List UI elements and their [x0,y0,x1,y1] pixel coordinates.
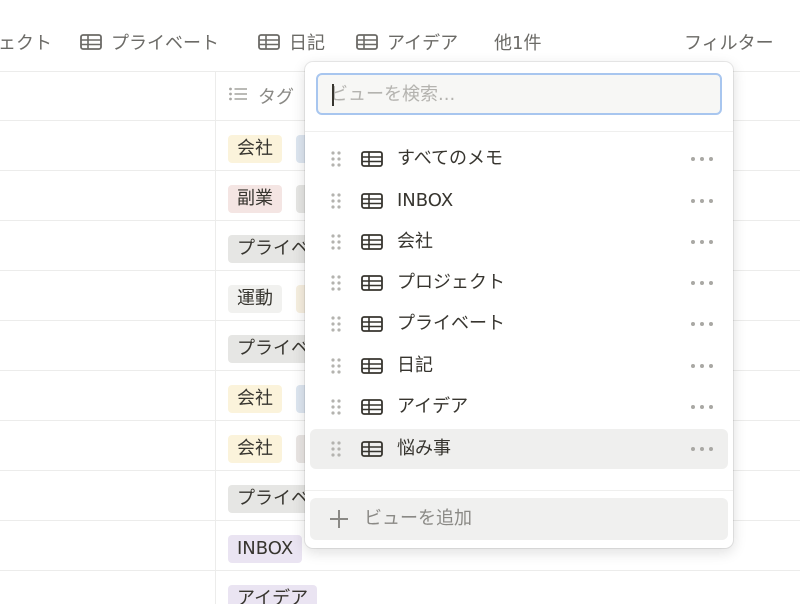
more-options-icon[interactable] [690,441,714,457]
table-icon [361,193,383,209]
divider [305,490,733,491]
table-icon [258,34,280,50]
divider [305,131,733,132]
more-options-icon[interactable] [690,358,714,374]
view-item-label: 会社 [397,231,433,252]
more-views-label: 他1件 [494,33,542,54]
more-options-icon[interactable] [690,234,714,250]
plus-icon [328,508,350,530]
drag-handle-icon[interactable] [330,274,342,292]
view-item[interactable]: 会社 [310,222,728,262]
table-row[interactable]: アイデア [0,570,800,604]
tag-pill: 会社 [228,385,282,413]
filter-button[interactable]: フィルター [684,28,774,56]
view-item-label: プロジェクト [397,272,505,293]
view-item-label: アイデア [397,396,469,417]
tag-pill: 会社 [228,435,282,463]
table-icon [361,275,383,291]
drag-handle-icon[interactable] [330,357,342,375]
table-icon [361,316,383,332]
table-icon [361,399,383,415]
tab-ideas[interactable]: アイデア [356,28,458,56]
view-item-label: 日記 [397,355,433,376]
view-search-box[interactable] [316,73,722,115]
filter-label: フィルター [684,33,774,54]
more-views-button[interactable]: 他1件 [494,28,541,56]
view-item-selected[interactable]: 悩み事 [310,429,728,469]
column-header-label: タグ [258,87,294,108]
tab-private[interactable]: プライベート [80,28,219,56]
view-item-label: プライベート [397,313,505,334]
view-item[interactable]: 日記 [310,346,728,386]
tag-pill: 会社 [228,135,282,163]
view-item[interactable]: INBOX [310,181,728,221]
view-item[interactable]: プライベート [310,304,728,344]
tab-label: 日記 [289,33,325,54]
add-view-label: ビューを追加 [364,508,472,529]
drag-handle-icon[interactable] [330,192,342,210]
view-item[interactable]: すべてのメモ [310,139,728,179]
more-options-icon[interactable] [690,316,714,332]
more-options-icon[interactable] [690,151,714,167]
tag-pill: アイデア [228,585,318,604]
drag-handle-icon[interactable] [330,233,342,251]
table-icon [361,151,383,167]
tab-diary[interactable]: 日記 [258,28,325,56]
drag-handle-icon[interactable] [330,440,342,458]
more-options-icon[interactable] [690,399,714,415]
tab-label: アイデア [387,33,459,54]
drag-handle-icon[interactable] [330,398,342,416]
table-icon [361,441,383,457]
view-item-label: すべてのメモ [397,148,504,169]
view-search-input[interactable] [330,83,720,105]
table-icon [361,234,383,250]
tag-pill: 副業 [228,185,282,213]
table-icon [361,358,383,374]
more-options-icon[interactable] [690,193,714,209]
table-icon [356,34,378,50]
tab-label: ェクト [0,33,52,54]
text-cursor [332,84,334,106]
add-view-button[interactable]: ビューを追加 [310,498,728,540]
tag-pill: INBOX [228,535,303,563]
tab-label: プライベート [111,33,219,54]
view-item[interactable]: アイデア [310,387,728,427]
view-item[interactable]: プロジェクト [310,263,728,303]
more-options-icon[interactable] [690,275,714,291]
drag-handle-icon[interactable] [330,150,342,168]
drag-handle-icon[interactable] [330,315,342,333]
list-icon [228,86,248,107]
tag-pill: 運動 [228,285,282,313]
view-item-label: INBOX [397,190,454,211]
view-item-label: 悩み事 [397,438,451,459]
tab-project[interactable]: ェクト [0,28,52,56]
views-dropdown: すべてのメモ INBOX 会社 プロジェクト プライベート 日記 アイデア [305,62,733,548]
table-icon [80,34,102,50]
